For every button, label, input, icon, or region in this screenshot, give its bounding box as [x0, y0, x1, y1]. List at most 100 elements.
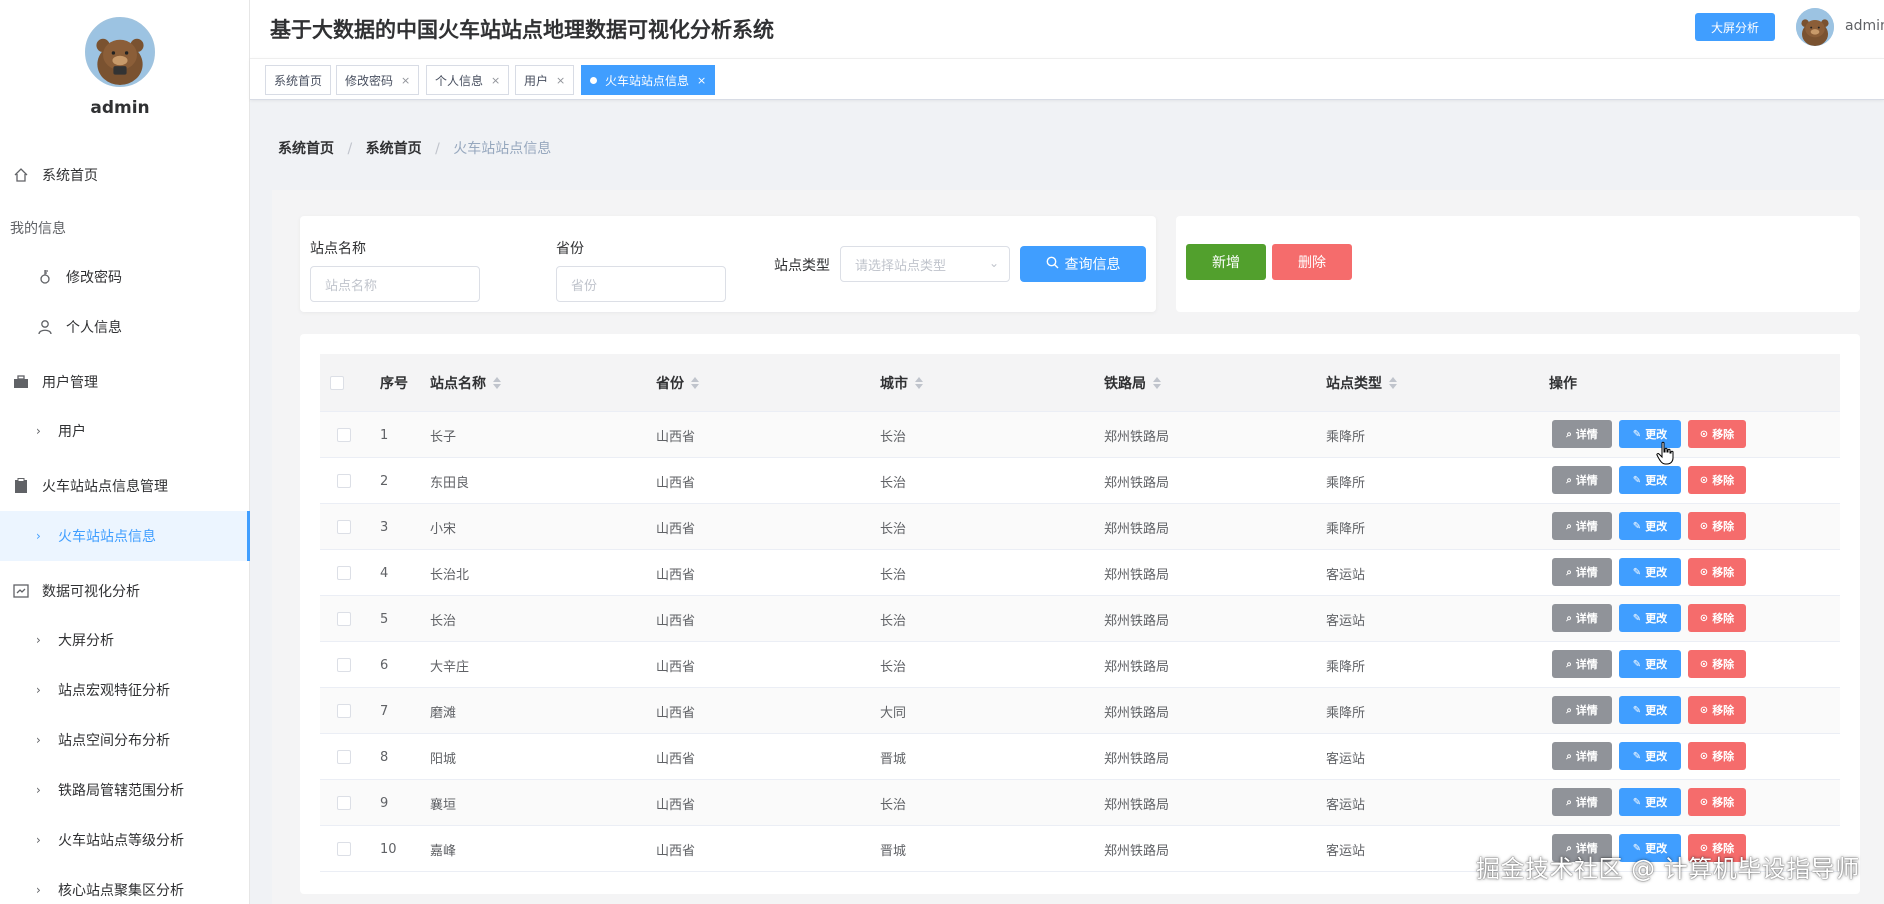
pencil-icon: ✎: [1632, 796, 1642, 808]
detail-button[interactable]: ⌕ 详情: [1552, 742, 1612, 770]
row-checkbox[interactable]: [337, 550, 351, 596]
table-row[interactable]: 6 大辛庄 山西省 长治 郑州铁路局 乘降所 ⌕ 详情 ✎ 更改 ⊙ 移除: [320, 642, 1840, 688]
sidebar-item-grade-analysis[interactable]: › 火车站站点等级分析: [0, 815, 250, 865]
province-input[interactable]: 省份: [556, 266, 726, 302]
sort-icon[interactable]: [1153, 377, 1161, 389]
sidebar-item-profile[interactable]: 个人信息: [0, 302, 250, 352]
remove-button[interactable]: ⊙ 移除: [1688, 788, 1746, 816]
edit-button[interactable]: ✎ 更改: [1619, 512, 1681, 540]
row-checkbox[interactable]: [337, 412, 351, 458]
row-checkbox[interactable]: [337, 458, 351, 504]
sidebar-group-visualization[interactable]: 数据可视化分析: [0, 566, 250, 616]
tags-view: 系统首页 修改密码 × 个人信息 × 用户 × 火车站站点信息 ×: [250, 58, 1884, 100]
sidebar-item-home[interactable]: 系统首页: [0, 150, 250, 200]
row-checkbox[interactable]: [337, 504, 351, 550]
table-row[interactable]: 1 长子 山西省 长治 郑州铁路局 乘降所 ⌕ 详情 ✎ 更改 ⊙ 移除: [320, 412, 1840, 458]
header-avatar[interactable]: [1796, 8, 1834, 46]
remove-button[interactable]: ⊙ 移除: [1688, 604, 1746, 632]
tab-profile[interactable]: 个人信息 ×: [426, 65, 510, 95]
table-row[interactable]: 3 小宋 山西省 长治 郑州铁路局 乘降所 ⌕ 详情 ✎ 更改 ⊙ 移除: [320, 504, 1840, 550]
remove-button[interactable]: ⊙ 移除: [1688, 696, 1746, 724]
breadcrumb-item[interactable]: 系统首页: [366, 138, 422, 158]
edit-button[interactable]: ✎ 更改: [1619, 650, 1681, 678]
detail-button[interactable]: ⌕ 详情: [1552, 420, 1612, 448]
sidebar-item-users[interactable]: › 用户: [0, 406, 250, 456]
detail-button[interactable]: ⌕ 详情: [1552, 604, 1612, 632]
remove-button[interactable]: ⊙ 移除: [1688, 558, 1746, 586]
table-row[interactable]: 7 磨滩 山西省 大同 郑州铁路局 乘降所 ⌕ 详情 ✎ 更改 ⊙ 移除: [320, 688, 1840, 734]
detail-button[interactable]: ⌕ 详情: [1552, 558, 1612, 586]
sort-icon[interactable]: [493, 377, 501, 389]
col-city[interactable]: 城市: [880, 354, 923, 412]
remove-button[interactable]: ⊙ 移除: [1688, 742, 1746, 770]
detail-button[interactable]: ⌕ 详情: [1552, 466, 1612, 494]
bigscreen-button[interactable]: 大屏分析: [1695, 13, 1775, 41]
sidebar-item-bureau-analysis[interactable]: › 铁路局管辖范围分析: [0, 765, 250, 815]
sidebar-item-spatial-analysis[interactable]: › 站点空间分布分析: [0, 715, 250, 765]
add-button[interactable]: 新增: [1186, 244, 1266, 280]
col-type[interactable]: 站点类型: [1326, 354, 1397, 412]
col-bureau[interactable]: 铁路局: [1104, 354, 1161, 412]
tab-change-password[interactable]: 修改密码 ×: [336, 65, 420, 95]
remove-button[interactable]: ⊙ 移除: [1688, 512, 1746, 540]
row-checkbox[interactable]: [337, 642, 351, 688]
sort-icon[interactable]: [915, 377, 923, 389]
sort-icon[interactable]: [1389, 377, 1397, 389]
select-all-checkbox[interactable]: [330, 354, 344, 412]
cell-province: 山西省: [656, 521, 696, 537]
sort-icon[interactable]: [691, 377, 699, 389]
table-row[interactable]: 5 长治 山西省 长治 郑州铁路局 客运站 ⌕ 详情 ✎ 更改 ⊙ 移除: [320, 596, 1840, 642]
edit-button[interactable]: ✎ 更改: [1619, 788, 1681, 816]
detail-button[interactable]: ⌕ 详情: [1552, 650, 1612, 678]
delete-button[interactable]: 删除: [1272, 244, 1352, 280]
col-province[interactable]: 省份: [656, 354, 699, 412]
close-icon[interactable]: ×: [697, 74, 706, 87]
station-type-select[interactable]: 请选择站点类型 ⌄: [840, 246, 1010, 282]
row-checkbox[interactable]: [337, 826, 351, 872]
remove-button[interactable]: ⊙ 移除: [1688, 466, 1746, 494]
edit-button[interactable]: ✎ 更改: [1619, 696, 1681, 724]
sidebar-item-bigscreen[interactable]: › 大屏分析: [0, 615, 250, 665]
remove-button[interactable]: ⊙ 移除: [1688, 650, 1746, 678]
query-button[interactable]: 查询信息: [1020, 246, 1146, 282]
table-row[interactable]: 4 长治北 山西省 长治 郑州铁路局 客运站 ⌕ 详情 ✎ 更改 ⊙ 移除: [320, 550, 1840, 596]
close-icon[interactable]: ×: [491, 74, 500, 87]
sidebar-item-cluster-analysis[interactable]: › 核心站点聚集区分析: [0, 865, 250, 904]
table-row[interactable]: 9 襄垣 山西省 长治 郑州铁路局 客运站 ⌕ 详情 ✎ 更改 ⊙ 移除: [320, 780, 1840, 826]
chevron-right-icon: ›: [36, 424, 41, 438]
detail-button[interactable]: ⌕ 详情: [1552, 788, 1612, 816]
row-actions: ⌕ 详情 ✎ 更改 ⊙ 移除: [1552, 512, 1746, 540]
tab-station-info[interactable]: 火车站站点信息 ×: [581, 65, 716, 95]
sidebar-item-change-password[interactable]: 修改密码: [0, 252, 250, 302]
hand-cursor-icon: [1656, 441, 1674, 465]
breadcrumb-item[interactable]: 系统首页: [278, 138, 334, 158]
table-row[interactable]: 2 东田良 山西省 长治 郑州铁路局 乘降所 ⌕ 详情 ✎ 更改 ⊙ 移除: [320, 458, 1840, 504]
chevron-down-icon: ⌄: [988, 256, 999, 270]
row-checkbox[interactable]: [337, 596, 351, 642]
close-icon[interactable]: ×: [556, 74, 565, 87]
row-checkbox[interactable]: [337, 780, 351, 826]
avatar[interactable]: [85, 17, 155, 87]
col-name[interactable]: 站点名称: [430, 354, 501, 412]
remove-button[interactable]: ⊙ 移除: [1688, 420, 1746, 448]
detail-button[interactable]: ⌕ 详情: [1552, 696, 1612, 724]
table-row[interactable]: 8 阳城 山西省 晋城 郑州铁路局 客运站 ⌕ 详情 ✎ 更改 ⊙ 移除: [320, 734, 1840, 780]
sidebar-group-station-management[interactable]: 火车站站点信息管理: [0, 461, 250, 511]
tab-users[interactable]: 用户 ×: [515, 65, 575, 95]
edit-button[interactable]: ✎ 更改: [1619, 466, 1681, 494]
tab-home[interactable]: 系统首页: [265, 65, 332, 95]
sidebar-item-station-info[interactable]: › 火车站站点信息: [0, 511, 250, 561]
remove-button-label: 移除: [1712, 474, 1735, 487]
close-icon[interactable]: ×: [401, 74, 410, 87]
edit-button[interactable]: ✎ 更改: [1619, 742, 1681, 770]
edit-button[interactable]: ✎ 更改: [1619, 558, 1681, 586]
cell-province: 山西省: [656, 797, 696, 813]
sidebar-group-user-management[interactable]: 用户管理: [0, 357, 250, 407]
station-name-input[interactable]: 站点名称: [310, 266, 480, 302]
sidebar-item-macro-analysis[interactable]: › 站点宏观特征分析: [0, 665, 250, 715]
row-checkbox[interactable]: [337, 688, 351, 734]
edit-button[interactable]: ✎ 更改: [1619, 604, 1681, 632]
header-username[interactable]: admin: [1845, 18, 1884, 34]
detail-button[interactable]: ⌕ 详情: [1552, 512, 1612, 540]
row-checkbox[interactable]: [337, 734, 351, 780]
